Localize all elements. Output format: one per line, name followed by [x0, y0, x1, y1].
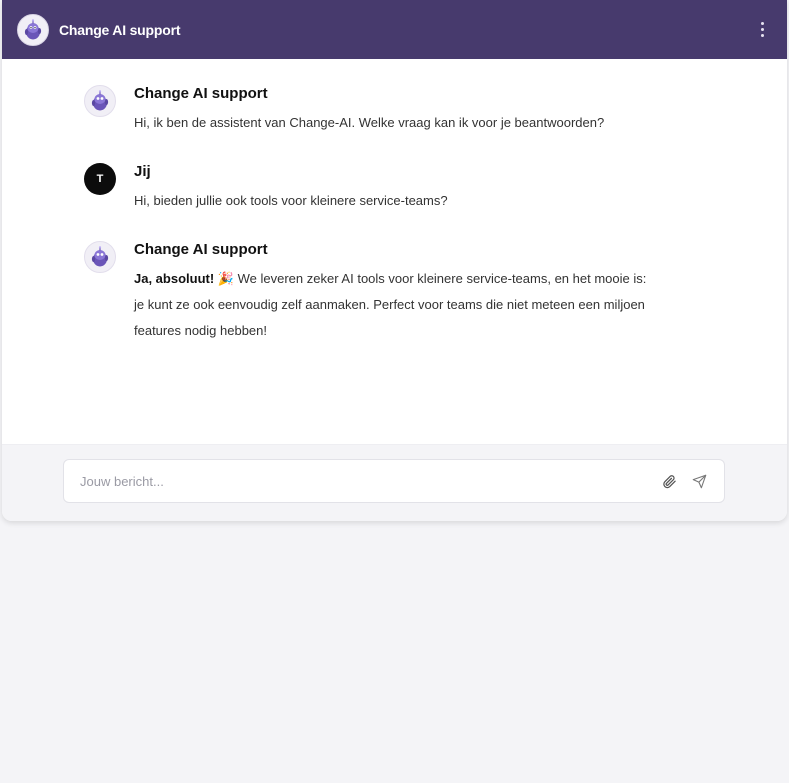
- message-item: Change AI support Ja, absoluut! 🎉 We lev…: [84, 241, 707, 344]
- paperclip-icon[interactable]: [658, 470, 680, 492]
- message-sender: Jij: [134, 163, 151, 180]
- message-line: features nodig hebben!: [134, 323, 267, 338]
- message-text: Hi, ik ben de assistent van Change-AI. W…: [134, 115, 605, 130]
- party-popper-icon: 🎉: [217, 271, 234, 286]
- robot-mascot-icon: [84, 241, 116, 273]
- message-bold-lead: Ja, absoluut!: [134, 271, 215, 286]
- message-input[interactable]: [78, 472, 650, 490]
- user-avatar: T: [84, 163, 116, 195]
- message-list: Change AI support Hi, ik ben de assisten…: [2, 59, 787, 444]
- message-line: We leveren zeker AI tools voor kleinere …: [237, 271, 647, 286]
- message-line: je kunt ze ook eenvoudig zelf aanmaken. …: [134, 297, 645, 312]
- robot-mascot-icon: [17, 13, 49, 46]
- message-sender: Change AI support: [134, 241, 268, 258]
- composer-area: [2, 444, 787, 521]
- message-item: Change AI support Hi, ik ben de assisten…: [84, 85, 707, 136]
- robot-mascot-icon: [84, 85, 116, 117]
- message-composer: [63, 459, 725, 503]
- message-sender: Change AI support: [134, 85, 268, 102]
- message-item: T Jij Hi, bieden jullie ook tools voor k…: [84, 163, 707, 214]
- chat-title: Change AI support: [59, 21, 181, 38]
- send-icon[interactable]: [688, 470, 710, 492]
- more-vertical-icon[interactable]: [752, 18, 772, 42]
- message-text: Hi, bieden jullie ook tools voor kleiner…: [134, 193, 448, 208]
- message-text: Ja, absoluut! 🎉 We leveren zeker AI tool…: [134, 266, 707, 344]
- chat-header: Change AI support: [2, 0, 787, 59]
- chat-widget: Change AI support Change AI support Hi, …: [2, 0, 787, 521]
